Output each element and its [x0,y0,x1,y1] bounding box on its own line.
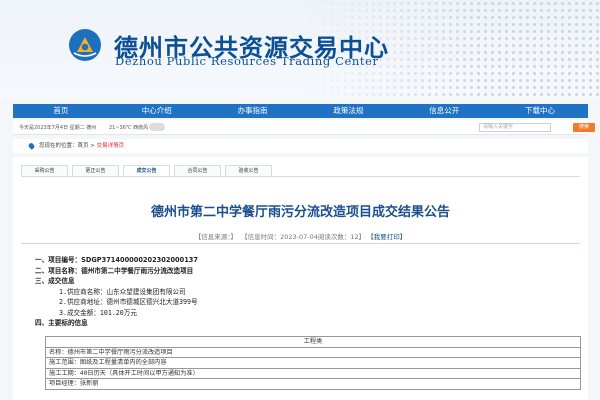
main-target-heading: 四、主要标的信息 [35,319,88,327]
project-table: 工程类 名称：德州市第二中学餐厅雨污分流改造项目 施工范围：图纸及工程量清单内的… [45,336,581,390]
print-link[interactable]: 【我要打印】 [367,233,406,241]
table-row: 项目经理：张新丽 [45,378,581,390]
article-body: 一、项目编号：SDGP371400000202302000137 二、项目名称：… [35,255,198,329]
nav-guide[interactable]: 办事指南 [205,104,301,118]
main-nav: 首页 中心介绍 办事指南 政策法规 信息公开 下载中心 [13,104,588,118]
table-row: 名称：德州市第二中学餐厅雨污分流改造项目 [45,346,581,358]
site-header: 德州市公共资源交易中心 Dezhou Public Resources Trad… [0,0,600,100]
project-number: 一、项目编号：SDGP371400000202302000137 [35,256,198,264]
breadcrumb-current: 交易详情页 [96,143,125,149]
meta-source: 【信息来源：】 [194,233,237,241]
nav-info[interactable]: 信息公开 [396,104,492,118]
weather-text: 21~36℃ 西南风 [109,125,149,131]
meta-divider [21,243,580,244]
search-button[interactable]: 搜索 [573,123,595,132]
meta-time: 【信息时间：2023-07-04阅读次数：12】 [241,233,366,241]
content-panel: 采购公告 更正公告 成交公告 合同公告 验收公告 德州市第二中学餐厅雨污分流改造… [13,157,588,400]
tabs-divider [21,176,580,177]
deal-amount: 3.成交金额：101.20万元 [59,308,137,317]
date-text: 今天是2023年7月4日 星期二 德州 21~36℃ 西南风 [19,125,149,131]
project-name: 二、项目名称：德州市第二中学餐厅雨污分流改造项目 [35,266,194,275]
supplier-name: 1.供应商名称：山东众望建设集团有限公司 [59,287,186,296]
nav-home[interactable]: 首页 [13,104,109,118]
location-pin-icon [27,142,36,150]
info-bar: 今天是2023年7月4日 星期二 德州 21~36℃ 西南风 请输入关键字 搜索 [13,120,595,135]
search-input[interactable]: 请输入关键字 [479,123,551,132]
nav-policy[interactable]: 政策法规 [300,104,396,118]
nav-download[interactable]: 下载中心 [492,104,588,118]
table-row: 施工工期：40日历天（具体开工时间以甲方通知为准） [45,367,581,379]
table-row: 施工范围：图纸及工程量清单内的全部内容 [45,357,581,369]
table-header: 工程类 [45,336,581,348]
breadcrumb: 您现在的位置：首页 > 交易详情页 [13,139,588,153]
nav-about[interactable]: 中心介绍 [109,104,205,118]
breadcrumb-home[interactable]: 首页 [78,143,89,149]
article-title: 德州市第二中学餐厅雨污分流改造项目成交结果公告 [150,205,450,220]
site-subtitle: Dezhou Public Resources Trading Center [115,54,379,68]
weather-icon [149,123,165,131]
article-meta: 【信息来源：】 【信息时间：2023-07-04阅读次数：12】 【我要打印】 [13,231,588,241]
deal-info-heading: 三、成交信息 [35,277,75,285]
supplier-address: 2.供应商地址：德州市德城区德兴北大道399号 [59,298,198,306]
site-logo-icon[interactable] [68,28,102,62]
